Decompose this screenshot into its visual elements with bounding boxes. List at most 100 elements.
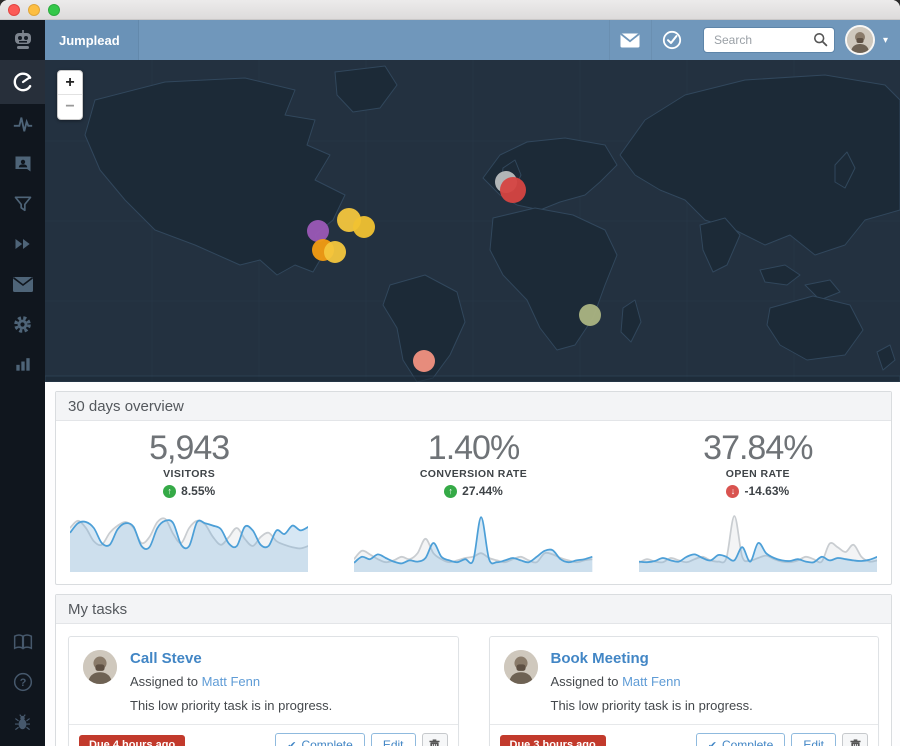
avatar-photo	[83, 650, 117, 684]
stat-change-value: 27.44%	[462, 484, 503, 498]
sidebar-item-dashboard[interactable]	[0, 60, 45, 104]
left-sidebar: ?	[0, 60, 45, 746]
task-title[interactable]: Call Steve	[130, 650, 332, 667]
fast-forward-icon	[13, 234, 33, 254]
visitor-location-marker[interactable]	[500, 177, 526, 203]
due-badge: Due 3 hours ago	[500, 735, 606, 746]
sidebar-item-help[interactable]: ?	[0, 662, 45, 702]
visitor-location-marker[interactable]	[324, 241, 346, 263]
task-description: This low priority task is in progress.	[551, 698, 753, 713]
robot-logo-icon	[10, 27, 36, 53]
stat-visitors: 5,943 VISITORS ↑ 8.55%	[70, 429, 308, 572]
help-circle-icon: ?	[13, 672, 33, 692]
bug-icon	[13, 713, 32, 732]
app-window: Jumplead	[0, 0, 900, 746]
jumplead-logo[interactable]	[0, 20, 45, 60]
sidebar-bottom-group: ?	[0, 622, 45, 746]
macos-titlebar	[0, 0, 900, 20]
up-arrow-icon: ↑	[163, 485, 176, 498]
sidebar-item-email[interactable]	[0, 264, 45, 304]
search-icon[interactable]	[813, 32, 828, 47]
conversion-sparkline	[354, 506, 592, 572]
map-zoom-out-button[interactable]: −	[58, 95, 82, 119]
task-card-book-meeting: Book Meeting Assigned to Matt Fenn This …	[489, 636, 880, 746]
stat-conversion-rate: 1.40% CONVERSION RATE ↑ 27.44%	[354, 429, 592, 572]
sidebar-item-contacts[interactable]	[0, 144, 45, 184]
assigned-prefix: Assigned to	[551, 674, 619, 689]
edit-button[interactable]: Edit	[371, 733, 416, 746]
bar-chart-icon	[13, 354, 33, 374]
sidebar-item-funnel[interactable]	[0, 184, 45, 224]
task-assigned: Assigned to Matt Fenn	[551, 674, 753, 689]
funnel-icon	[13, 194, 33, 214]
user-avatar[interactable]	[845, 25, 875, 55]
stat-change: ↑ 8.55%	[163, 484, 215, 498]
search-box	[703, 27, 835, 53]
visitor-location-marker[interactable]	[353, 216, 375, 238]
assignee-link[interactable]: Matt Fenn	[622, 674, 681, 689]
stat-open-rate: 37.84% OPEN RATE ↓ -14.63%	[639, 429, 877, 572]
sidebar-item-activity[interactable]	[0, 104, 45, 144]
task-footer: Due 4 hours ago ✔ Complete Edit	[69, 724, 458, 746]
sidebar-item-settings[interactable]	[0, 304, 45, 344]
up-arrow-icon: ↑	[444, 485, 457, 498]
user-menu-caret-icon[interactable]: ▾	[883, 35, 888, 46]
zoom-window-button[interactable]	[48, 4, 60, 16]
delete-task-button[interactable]	[422, 733, 448, 746]
tasks-icon[interactable]	[651, 20, 693, 60]
assigned-prefix: Assigned to	[130, 674, 198, 689]
mail-icon	[13, 277, 33, 292]
book-icon	[13, 633, 33, 651]
delete-task-button[interactable]	[842, 733, 868, 746]
stat-label: OPEN RATE	[726, 468, 790, 480]
edit-button[interactable]: Edit	[791, 733, 836, 746]
sidebar-item-docs[interactable]	[0, 622, 45, 662]
map-zoom-control: + −	[57, 70, 83, 120]
activity-pulse-icon	[12, 113, 34, 135]
complete-label: Complete	[722, 738, 773, 746]
sidebar-item-automation[interactable]	[0, 224, 45, 264]
stat-change: ↑ 27.44%	[444, 484, 503, 498]
svg-text:?: ?	[19, 677, 26, 689]
task-card-call-steve: Call Steve Assigned to Matt Fenn This lo…	[68, 636, 459, 746]
complete-button[interactable]: ✔ Complete	[696, 733, 786, 746]
due-badge: Due 4 hours ago	[79, 735, 185, 746]
sidebar-item-bug-report[interactable]	[0, 702, 45, 742]
messages-icon[interactable]	[609, 20, 651, 60]
brand-title[interactable]: Jumplead	[45, 20, 139, 60]
assignee-link[interactable]: Matt Fenn	[202, 674, 261, 689]
stat-value: 37.84%	[703, 429, 812, 467]
world-map-graphic	[45, 60, 900, 382]
open-rate-sparkline	[639, 506, 877, 572]
assignee-avatar	[83, 650, 117, 684]
dashboard-content: 30 days overview 5,943 VISITORS ↑ 8.55% …	[45, 382, 900, 746]
tasks-panel-title: My tasks	[56, 595, 891, 624]
stat-value: 5,943	[149, 429, 229, 467]
visitors-sparkline	[70, 506, 308, 572]
task-title[interactable]: Book Meeting	[551, 650, 753, 667]
assignee-avatar	[504, 650, 538, 684]
top-navigation-bar: Jumplead	[0, 20, 900, 60]
avatar-photo	[847, 27, 873, 53]
complete-button[interactable]: ✔ Complete	[275, 733, 365, 746]
dashboard-gauge-icon	[12, 71, 34, 93]
overview-panel-title: 30 days overview	[56, 392, 891, 421]
task-assigned: Assigned to Matt Fenn	[130, 674, 332, 689]
task-cards: Call Steve Assigned to Matt Fenn This lo…	[56, 624, 891, 746]
close-window-button[interactable]	[8, 4, 20, 16]
check-circle-icon	[662, 30, 682, 50]
minimize-window-button[interactable]	[28, 4, 40, 16]
stat-label: CONVERSION RATE	[420, 468, 527, 480]
sidebar-item-analytics[interactable]	[0, 344, 45, 384]
visitor-location-marker[interactable]	[579, 304, 601, 326]
overview-panel: 30 days overview 5,943 VISITORS ↑ 8.55% …	[55, 391, 892, 585]
avatar-photo	[504, 650, 538, 684]
stat-change: ↓ -14.63%	[726, 484, 789, 498]
visitor-world-map[interactable]: + −	[45, 60, 900, 382]
stats-grid: 5,943 VISITORS ↑ 8.55% 1.40% CONVERSION …	[56, 421, 891, 584]
contact-card-icon	[13, 154, 33, 174]
trash-icon	[429, 739, 440, 746]
visitor-location-marker[interactable]	[413, 350, 435, 372]
check-icon: ✔	[708, 739, 717, 746]
map-zoom-in-button[interactable]: +	[58, 71, 82, 95]
